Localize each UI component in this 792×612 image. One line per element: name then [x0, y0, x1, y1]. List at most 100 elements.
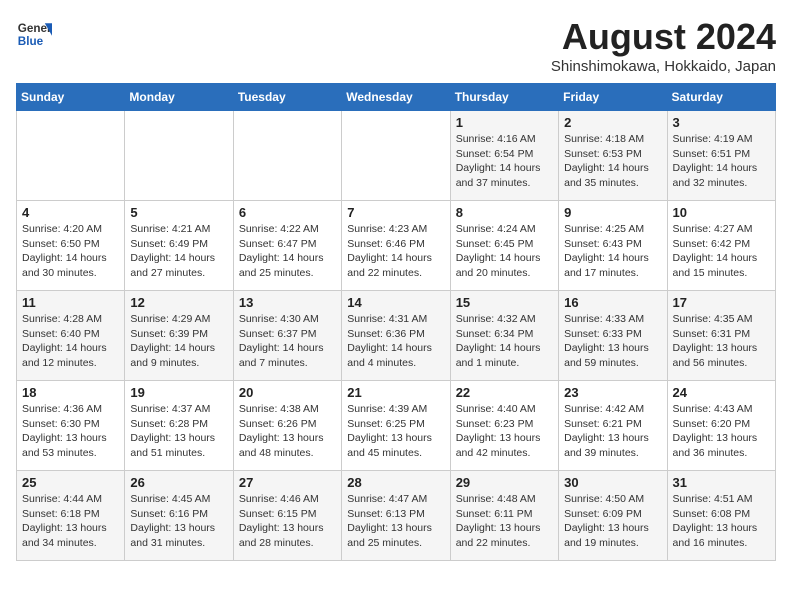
- calendar-cell: 4 Sunrise: 4:20 AM Sunset: 6:50 PM Daylig…: [17, 201, 125, 291]
- day-info: Sunrise: 4:39 AM Sunset: 6:25 PM Dayligh…: [347, 402, 444, 461]
- day-info: Sunrise: 4:25 AM Sunset: 6:43 PM Dayligh…: [564, 222, 661, 281]
- day-number: 29: [456, 475, 553, 490]
- calendar-cell: 23 Sunrise: 4:42 AM Sunset: 6:21 PM Dayli…: [559, 381, 667, 471]
- day-number: 19: [130, 385, 227, 400]
- calendar-week-5: 25 Sunrise: 4:44 AM Sunset: 6:18 PM Dayli…: [17, 471, 776, 561]
- calendar-cell: 8 Sunrise: 4:24 AM Sunset: 6:45 PM Daylig…: [450, 201, 558, 291]
- calendar-week-1: 1 Sunrise: 4:16 AM Sunset: 6:54 PM Daylig…: [17, 111, 776, 201]
- calendar-cell: 13 Sunrise: 4:30 AM Sunset: 6:37 PM Dayli…: [233, 291, 341, 381]
- calendar-cell: [233, 111, 341, 201]
- day-number: 13: [239, 295, 336, 310]
- day-info: Sunrise: 4:48 AM Sunset: 6:11 PM Dayligh…: [456, 492, 553, 551]
- day-number: 7: [347, 205, 444, 220]
- day-number: 1: [456, 115, 553, 130]
- day-info: Sunrise: 4:19 AM Sunset: 6:51 PM Dayligh…: [673, 132, 770, 191]
- calendar-cell: 11 Sunrise: 4:28 AM Sunset: 6:40 PM Dayli…: [17, 291, 125, 381]
- calendar-table: SundayMondayTuesdayWednesdayThursdayFrid…: [16, 83, 776, 561]
- day-number: 21: [347, 385, 444, 400]
- day-info: Sunrise: 4:18 AM Sunset: 6:53 PM Dayligh…: [564, 132, 661, 191]
- day-info: Sunrise: 4:40 AM Sunset: 6:23 PM Dayligh…: [456, 402, 553, 461]
- day-number: 22: [456, 385, 553, 400]
- day-info: Sunrise: 4:37 AM Sunset: 6:28 PM Dayligh…: [130, 402, 227, 461]
- day-info: Sunrise: 4:44 AM Sunset: 6:18 PM Dayligh…: [22, 492, 119, 551]
- day-info: Sunrise: 4:28 AM Sunset: 6:40 PM Dayligh…: [22, 312, 119, 371]
- calendar-cell: 14 Sunrise: 4:31 AM Sunset: 6:36 PM Dayli…: [342, 291, 450, 381]
- day-header-tuesday: Tuesday: [233, 84, 341, 111]
- day-info: Sunrise: 4:30 AM Sunset: 6:37 PM Dayligh…: [239, 312, 336, 371]
- calendar-cell: 7Sunrise: 4:23 AM Sunset: 6:46 PM Daylig…: [342, 201, 450, 291]
- day-number: 12: [130, 295, 227, 310]
- day-number: 26: [130, 475, 227, 490]
- day-number: 9: [564, 205, 661, 220]
- calendar-cell: 16Sunrise: 4:33 AM Sunset: 6:33 PM Dayli…: [559, 291, 667, 381]
- calendar-cell: [17, 111, 125, 201]
- calendar-week-2: 4 Sunrise: 4:20 AM Sunset: 6:50 PM Daylig…: [17, 201, 776, 291]
- page-title: August 2024: [551, 16, 776, 58]
- day-number: 11: [22, 295, 119, 310]
- calendar-cell: 1 Sunrise: 4:16 AM Sunset: 6:54 PM Daylig…: [450, 111, 558, 201]
- day-header-saturday: Saturday: [667, 84, 775, 111]
- day-info: Sunrise: 4:50 AM Sunset: 6:09 PM Dayligh…: [564, 492, 661, 551]
- day-number: 5: [130, 205, 227, 220]
- day-number: 2: [564, 115, 661, 130]
- svg-text:Blue: Blue: [18, 35, 44, 48]
- day-info: Sunrise: 4:31 AM Sunset: 6:36 PM Dayligh…: [347, 312, 444, 371]
- day-info: Sunrise: 4:21 AM Sunset: 6:49 PM Dayligh…: [130, 222, 227, 281]
- day-number: 30: [564, 475, 661, 490]
- calendar-cell: 31Sunrise: 4:51 AM Sunset: 6:08 PM Dayli…: [667, 471, 775, 561]
- day-header-monday: Monday: [125, 84, 233, 111]
- day-info: Sunrise: 4:27 AM Sunset: 6:42 PM Dayligh…: [673, 222, 770, 281]
- day-info: Sunrise: 4:33 AM Sunset: 6:33 PM Dayligh…: [564, 312, 661, 371]
- title-block: August 2024 Shinshimokawa, Hokkaido, Jap…: [551, 16, 776, 75]
- logo-icon: General Blue: [16, 16, 52, 52]
- calendar-cell: 10 Sunrise: 4:27 AM Sunset: 6:42 PM Dayli…: [667, 201, 775, 291]
- calendar-header: SundayMondayTuesdayWednesdayThursdayFrid…: [17, 84, 776, 111]
- day-info: Sunrise: 4:45 AM Sunset: 6:16 PM Dayligh…: [130, 492, 227, 551]
- calendar-cell: 21 Sunrise: 4:39 AM Sunset: 6:25 PM Dayli…: [342, 381, 450, 471]
- day-info: Sunrise: 4:36 AM Sunset: 6:30 PM Dayligh…: [22, 402, 119, 461]
- calendar-cell: [342, 111, 450, 201]
- day-info: Sunrise: 4:38 AM Sunset: 6:26 PM Dayligh…: [239, 402, 336, 461]
- day-header-thursday: Thursday: [450, 84, 558, 111]
- day-number: 27: [239, 475, 336, 490]
- calendar-cell: 27Sunrise: 4:46 AM Sunset: 6:15 PM Dayli…: [233, 471, 341, 561]
- day-info: Sunrise: 4:29 AM Sunset: 6:39 PM Dayligh…: [130, 312, 227, 371]
- calendar-week-3: 11 Sunrise: 4:28 AM Sunset: 6:40 PM Dayli…: [17, 291, 776, 381]
- calendar-cell: 12 Sunrise: 4:29 AM Sunset: 6:39 PM Dayli…: [125, 291, 233, 381]
- calendar-week-4: 18 Sunrise: 4:36 AM Sunset: 6:30 PM Dayli…: [17, 381, 776, 471]
- calendar-cell: 30 Sunrise: 4:50 AM Sunset: 6:09 PM Dayli…: [559, 471, 667, 561]
- day-info: Sunrise: 4:16 AM Sunset: 6:54 PM Dayligh…: [456, 132, 553, 191]
- day-info: Sunrise: 4:20 AM Sunset: 6:50 PM Dayligh…: [22, 222, 119, 281]
- calendar-cell: 17 Sunrise: 4:35 AM Sunset: 6:31 PM Dayli…: [667, 291, 775, 381]
- day-number: 14: [347, 295, 444, 310]
- day-number: 8: [456, 205, 553, 220]
- day-number: 23: [564, 385, 661, 400]
- logo: General Blue: [16, 16, 52, 52]
- calendar-cell: 15Sunrise: 4:32 AM Sunset: 6:34 PM Dayli…: [450, 291, 558, 381]
- day-number: 6: [239, 205, 336, 220]
- day-number: 25: [22, 475, 119, 490]
- day-info: Sunrise: 4:35 AM Sunset: 6:31 PM Dayligh…: [673, 312, 770, 371]
- day-number: 20: [239, 385, 336, 400]
- day-info: Sunrise: 4:22 AM Sunset: 6:47 PM Dayligh…: [239, 222, 336, 281]
- day-info: Sunrise: 4:24 AM Sunset: 6:45 PM Dayligh…: [456, 222, 553, 281]
- day-number: 17: [673, 295, 770, 310]
- day-number: 18: [22, 385, 119, 400]
- day-number: 3: [673, 115, 770, 130]
- day-info: Sunrise: 4:42 AM Sunset: 6:21 PM Dayligh…: [564, 402, 661, 461]
- calendar-cell: 28Sunrise: 4:47 AM Sunset: 6:13 PM Dayli…: [342, 471, 450, 561]
- calendar-cell: 18 Sunrise: 4:36 AM Sunset: 6:30 PM Dayli…: [17, 381, 125, 471]
- day-info: Sunrise: 4:47 AM Sunset: 6:13 PM Dayligh…: [347, 492, 444, 551]
- day-number: 4: [22, 205, 119, 220]
- calendar-cell: 19 Sunrise: 4:37 AM Sunset: 6:28 PM Dayli…: [125, 381, 233, 471]
- calendar-cell: 6 Sunrise: 4:22 AM Sunset: 6:47 PM Daylig…: [233, 201, 341, 291]
- calendar-cell: 9 Sunrise: 4:25 AM Sunset: 6:43 PM Daylig…: [559, 201, 667, 291]
- page-subtitle: Shinshimokawa, Hokkaido, Japan: [551, 58, 776, 75]
- day-number: 10: [673, 205, 770, 220]
- calendar-cell: 25 Sunrise: 4:44 AM Sunset: 6:18 PM Dayli…: [17, 471, 125, 561]
- calendar-cell: 20 Sunrise: 4:38 AM Sunset: 6:26 PM Dayli…: [233, 381, 341, 471]
- day-header-wednesday: Wednesday: [342, 84, 450, 111]
- day-header-sunday: Sunday: [17, 84, 125, 111]
- day-number: 24: [673, 385, 770, 400]
- calendar-body: 1 Sunrise: 4:16 AM Sunset: 6:54 PM Daylig…: [17, 111, 776, 561]
